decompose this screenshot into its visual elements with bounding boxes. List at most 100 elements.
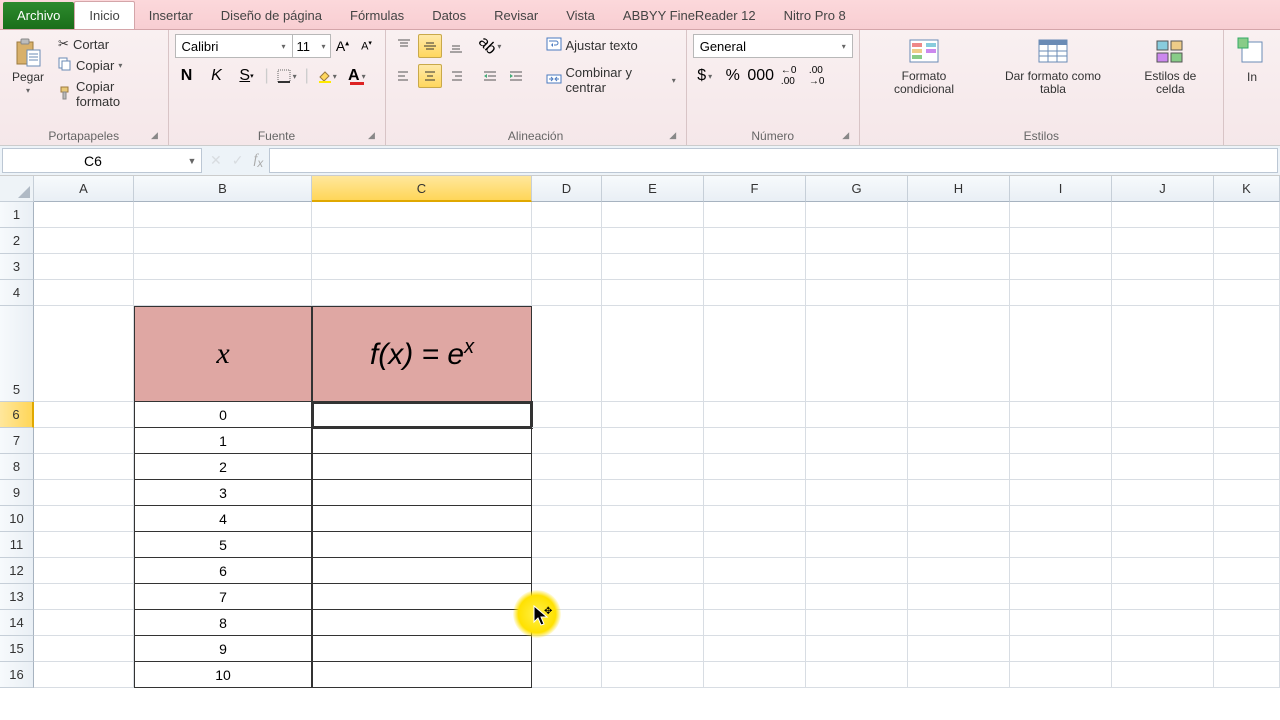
decrease-decimal-button[interactable]: .00→0 <box>805 64 829 88</box>
cell-G5[interactable] <box>806 306 908 402</box>
cell-H12[interactable] <box>908 558 1010 584</box>
cell-A9[interactable] <box>34 480 134 506</box>
font-size-select[interactable]: 11▾ <box>293 34 331 58</box>
cell-G8[interactable] <box>806 454 908 480</box>
cell-A15[interactable] <box>34 636 134 662</box>
column-header-F[interactable]: F <box>704 176 806 202</box>
row-header-8[interactable]: 8 <box>0 454 34 480</box>
cell-I12[interactable] <box>1010 558 1112 584</box>
cell-A7[interactable] <box>34 428 134 454</box>
cell-C14[interactable] <box>312 610 532 636</box>
cell-H3[interactable] <box>908 254 1010 280</box>
cell-H4[interactable] <box>908 280 1010 306</box>
cell-F11[interactable] <box>704 532 806 558</box>
cell-F12[interactable] <box>704 558 806 584</box>
cell-G11[interactable] <box>806 532 908 558</box>
cell-H8[interactable] <box>908 454 1010 480</box>
fill-color-button[interactable] <box>315 64 339 88</box>
cell-J14[interactable] <box>1112 610 1214 636</box>
cell-A5[interactable] <box>34 306 134 402</box>
cell-F15[interactable] <box>704 636 806 662</box>
cut-button[interactable]: ✂ Cortar <box>54 34 161 54</box>
cell-D10[interactable] <box>532 506 602 532</box>
cell-A10[interactable] <box>34 506 134 532</box>
row-header-16[interactable]: 16 <box>0 662 34 688</box>
cell-A16[interactable] <box>34 662 134 688</box>
cell-A2[interactable] <box>34 228 134 254</box>
cell-A13[interactable] <box>34 584 134 610</box>
cell-D5[interactable] <box>532 306 602 402</box>
cell-A4[interactable] <box>34 280 134 306</box>
cell-G7[interactable] <box>806 428 908 454</box>
cell-C16[interactable] <box>312 662 532 688</box>
cell-F13[interactable] <box>704 584 806 610</box>
cell-B12[interactable]: 6 <box>134 558 312 584</box>
name-box-dropdown[interactable]: ▼ <box>183 156 201 166</box>
cell-C3[interactable] <box>312 254 532 280</box>
cell-J5[interactable] <box>1112 306 1214 402</box>
cell-J7[interactable] <box>1112 428 1214 454</box>
row-header-10[interactable]: 10 <box>0 506 34 532</box>
cell-C12[interactable] <box>312 558 532 584</box>
cell-K14[interactable] <box>1214 610 1280 636</box>
cell-I14[interactable] <box>1010 610 1112 636</box>
cell-J15[interactable] <box>1112 636 1214 662</box>
bold-button[interactable]: N <box>175 64 199 88</box>
cell-K9[interactable] <box>1214 480 1280 506</box>
cell-K11[interactable] <box>1214 532 1280 558</box>
align-center-button[interactable] <box>418 64 442 88</box>
cell-F10[interactable] <box>704 506 806 532</box>
cell-I4[interactable] <box>1010 280 1112 306</box>
cell-D6[interactable] <box>532 402 602 428</box>
increase-decimal-button[interactable]: ←0.00 <box>777 64 801 88</box>
orientation-button[interactable]: ab <box>478 34 502 58</box>
format-as-table-button[interactable]: Dar formato como tabla <box>986 34 1119 98</box>
row-header-13[interactable]: 13 <box>0 584 34 610</box>
cell-A12[interactable] <box>34 558 134 584</box>
cell-F8[interactable] <box>704 454 806 480</box>
align-left-button[interactable] <box>392 64 416 88</box>
cell-K5[interactable] <box>1214 306 1280 402</box>
fx-icon[interactable]: fx <box>253 152 263 170</box>
cell-E4[interactable] <box>602 280 704 306</box>
cancel-icon[interactable]: ✕ <box>210 152 222 169</box>
copy-button[interactable]: Copiar ▾ <box>54 55 161 76</box>
cell-C2[interactable] <box>312 228 532 254</box>
cell-H16[interactable] <box>908 662 1010 688</box>
number-launcher[interactable]: ◢ <box>839 129 853 143</box>
cell-E10[interactable] <box>602 506 704 532</box>
insert-cells-button[interactable]: In <box>1230 34 1274 86</box>
cell-A8[interactable] <box>34 454 134 480</box>
cell-J4[interactable] <box>1112 280 1214 306</box>
row-header-2[interactable]: 2 <box>0 228 34 254</box>
cell-K16[interactable] <box>1214 662 1280 688</box>
cell-E11[interactable] <box>602 532 704 558</box>
cell-C1[interactable] <box>312 202 532 228</box>
cell-G1[interactable] <box>806 202 908 228</box>
row-header-14[interactable]: 14 <box>0 610 34 636</box>
cell-B7[interactable]: 1 <box>134 428 312 454</box>
cell-C11[interactable] <box>312 532 532 558</box>
cell-F2[interactable] <box>704 228 806 254</box>
borders-button[interactable] <box>275 64 299 88</box>
cell-H11[interactable] <box>908 532 1010 558</box>
cell-B16[interactable]: 10 <box>134 662 312 688</box>
cell-G3[interactable] <box>806 254 908 280</box>
row-header-12[interactable]: 12 <box>0 558 34 584</box>
name-box[interactable]: C6 ▼ <box>2 148 202 173</box>
cell-I11[interactable] <box>1010 532 1112 558</box>
cell-E3[interactable] <box>602 254 704 280</box>
cell-C5[interactable]: f(x) = ex <box>312 306 532 402</box>
cell-E12[interactable] <box>602 558 704 584</box>
cell-C7[interactable] <box>312 428 532 454</box>
cell-G12[interactable] <box>806 558 908 584</box>
cell-E6[interactable] <box>602 402 704 428</box>
cell-D12[interactable] <box>532 558 602 584</box>
cell-B5[interactable]: x <box>134 306 312 402</box>
cell-G13[interactable] <box>806 584 908 610</box>
cell-styles-button[interactable]: Estilos de celda <box>1124 34 1217 98</box>
cell-A1[interactable] <box>34 202 134 228</box>
cell-B15[interactable]: 9 <box>134 636 312 662</box>
cell-E7[interactable] <box>602 428 704 454</box>
cell-B9[interactable]: 3 <box>134 480 312 506</box>
